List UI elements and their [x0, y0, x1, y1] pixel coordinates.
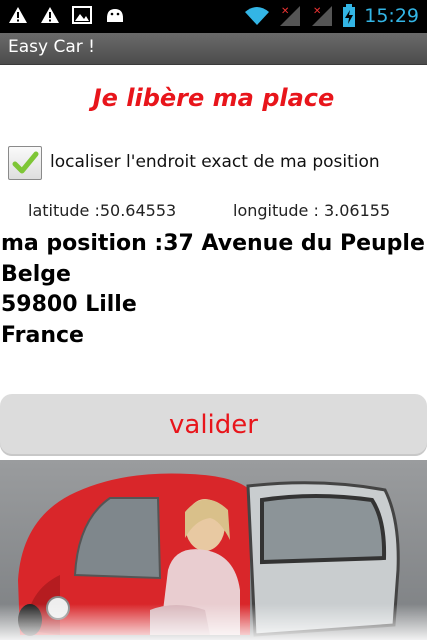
android-icon: [107, 9, 123, 22]
position-address: ma position :37 Avenue du Peuple Belge 5…: [1, 229, 425, 351]
position-line: 59800 Lille: [1, 292, 137, 317]
position-line: Belge: [1, 261, 71, 287]
image-icon: [72, 6, 92, 24]
checkmark-icon: [12, 151, 39, 174]
car-photo: [0, 460, 427, 640]
signal-no-service-icon: ✕: [280, 6, 301, 26]
svg-text:✕: ✕: [281, 6, 289, 17]
warning-icon: [9, 7, 27, 23]
app-title: Easy Car !: [8, 37, 95, 57]
signal-no-service-icon: ✕: [312, 6, 333, 26]
position-line: ma position :37 Avenue du Peuple: [1, 231, 425, 256]
wifi-icon: [245, 7, 270, 25]
title-bar: Easy Car !: [0, 33, 427, 65]
system-icons: ✕ ✕ 15:29: [244, 4, 419, 28]
locate-checkbox-label[interactable]: localiser l'endroit exact de ma position: [50, 152, 380, 172]
validate-button[interactable]: valider: [0, 394, 427, 456]
svg-text:✕: ✕: [313, 6, 321, 17]
battery-charging-icon: [343, 4, 356, 27]
car-illustration: [0, 460, 427, 640]
locate-checkbox[interactable]: [8, 146, 42, 180]
clock: 15:29: [364, 5, 419, 27]
status-bar: ✕ ✕ 15:29: [0, 0, 427, 33]
notification-icons: [8, 6, 126, 24]
longitude-text: longitude : 3.06155: [233, 201, 391, 220]
page-heading: Je libère ma place: [92, 84, 335, 112]
latitude-text: latitude :50.64553: [28, 201, 177, 220]
position-line: France: [1, 322, 84, 348]
warning-icon: [41, 7, 59, 23]
